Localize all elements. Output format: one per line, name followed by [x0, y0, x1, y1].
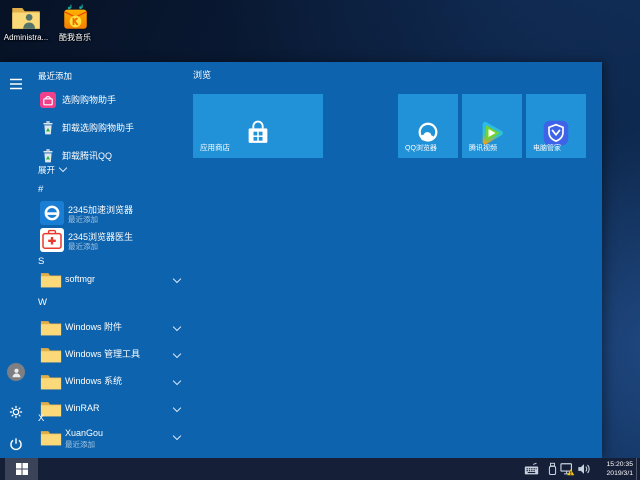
app-list-folder-xuangou[interactable]: XuanGou 最近添加: [38, 426, 186, 451]
power-icon: [9, 437, 23, 451]
section-letter-hash[interactable]: #: [38, 184, 43, 195]
expand-button[interactable]: 展开: [38, 163, 68, 176]
section-letter-s[interactable]: S: [38, 256, 44, 267]
tile-qq-browser[interactable]: QQ浏览器: [398, 94, 458, 158]
folder-icon: [40, 372, 62, 391]
app-label: 卸载选购购物助手: [62, 123, 135, 133]
app-list-folder-winrar[interactable]: WinRAR: [38, 397, 186, 419]
browser-2345-icon: [40, 201, 64, 225]
settings-button[interactable]: [7, 403, 25, 421]
chevron-down-icon: [172, 349, 182, 359]
tile-label: 电脑管家: [533, 145, 561, 152]
desktop-icon-administrator[interactable]: Administra...: [0, 5, 52, 42]
recently-added-tag: 最近添加: [68, 215, 98, 224]
recently-added-header: 最近添加: [38, 71, 73, 81]
uninstall-icon: [40, 120, 56, 136]
store-bag-icon: [243, 118, 273, 148]
folder-icon: [40, 345, 62, 364]
user-account-button[interactable]: [7, 363, 25, 381]
first-aid-kit-icon: [40, 228, 64, 252]
folder-label: XuanGou: [65, 428, 104, 438]
chevron-down-icon: [172, 322, 182, 332]
hamburger-menu-button[interactable]: [7, 75, 25, 93]
chevron-down-icon: [172, 403, 182, 413]
shopping-bag-icon: [40, 92, 56, 108]
desktop-icon-label: Administra...: [3, 33, 49, 42]
app-list-item-2345-browser-doctor[interactable]: 2345浏览器医生 最近添加: [38, 228, 186, 253]
tile-label: 腾讯视频: [469, 145, 497, 152]
start-menu: 最近添加 选购购物助手 卸载选购购物助手 卸载腾讯QQ 展开 # 2345加速浏…: [0, 62, 602, 458]
chevron-down-icon: [172, 431, 182, 441]
chevron-down-icon: [58, 163, 68, 173]
app-list-item-uninstall-shopping-assistant[interactable]: 卸载选购购物助手: [38, 120, 186, 136]
usb-device-icon[interactable]: [546, 462, 559, 476]
folder-icon: [40, 318, 62, 337]
app-label: 选购购物助手: [62, 95, 117, 105]
windows-logo-icon: [16, 463, 28, 475]
taskbar-clock[interactable]: 15:20:35 2019/3/1: [591, 460, 633, 478]
gear-icon: [9, 405, 23, 419]
touch-keyboard-icon[interactable]: [524, 462, 539, 476]
hamburger-icon: [9, 78, 23, 90]
volume-icon[interactable]: [577, 462, 591, 476]
user-folder-icon: [11, 5, 41, 31]
tile-tencent-video[interactable]: 腾讯视频: [462, 94, 522, 158]
clock-date: 2019/3/1: [606, 470, 633, 477]
app-list-item-shopping-assistant[interactable]: 选购购物助手: [38, 92, 186, 108]
clock-time: 15:20:35: [606, 461, 633, 468]
desktop-icon-kuwo-music[interactable]: 酷我音乐: [49, 4, 101, 42]
show-desktop-button[interactable]: [636, 458, 640, 480]
folder-label: Windows 系统: [65, 376, 123, 386]
desktop-icon-label: 酷我音乐: [59, 33, 91, 42]
user-icon: [10, 366, 23, 379]
app-list-item-2345-browser[interactable]: 2345加速浏览器 最近添加: [38, 201, 186, 226]
app-list-folder-windows-system[interactable]: Windows 系统: [38, 370, 186, 392]
recently-added-tag: 最近添加: [65, 440, 95, 449]
taskbar: 15:20:35 2019/3/1: [0, 458, 640, 480]
app-label: 卸载腾讯QQ: [62, 151, 113, 161]
folder-label: softmgr: [65, 274, 96, 284]
tile-group-header[interactable]: 浏览: [193, 68, 211, 81]
recently-added-tag: 最近添加: [68, 242, 98, 251]
folder-label: Windows 管理工具: [65, 349, 141, 359]
folder-icon: [40, 428, 62, 447]
chevron-down-icon: [172, 274, 182, 284]
folder-label: WinRAR: [65, 403, 100, 413]
power-button[interactable]: [7, 435, 25, 453]
section-letter-w[interactable]: W: [38, 297, 47, 308]
screen: Administra... 酷我音乐 最近添加 选购购物助手 卸载选购购物助手: [0, 0, 640, 480]
app-list-item-uninstall-tencent-qq[interactable]: 卸载腾讯QQ: [38, 148, 186, 164]
kuwo-music-icon: [62, 4, 89, 31]
folder-icon: [40, 270, 62, 289]
app-list-folder-softmgr[interactable]: softmgr: [38, 268, 186, 290]
app-list-folder-windows-admin-tools[interactable]: Windows 管理工具: [38, 343, 186, 365]
tile-app-store[interactable]: 应用商店: [193, 94, 323, 158]
network-warning-icon[interactable]: [560, 462, 575, 476]
expand-label: 展开: [38, 165, 56, 175]
start-button[interactable]: [5, 458, 38, 480]
tile-label: QQ浏览器: [405, 145, 437, 152]
chevron-down-icon: [172, 376, 182, 386]
folder-label: Windows 附件: [65, 322, 123, 332]
uninstall-icon: [40, 148, 56, 164]
tile-pc-manager[interactable]: 电脑管家: [526, 94, 586, 158]
section-letter-x[interactable]: X: [38, 413, 44, 424]
app-list-folder-windows-accessories[interactable]: Windows 附件: [38, 316, 186, 338]
tile-label: 应用商店: [200, 143, 230, 152]
